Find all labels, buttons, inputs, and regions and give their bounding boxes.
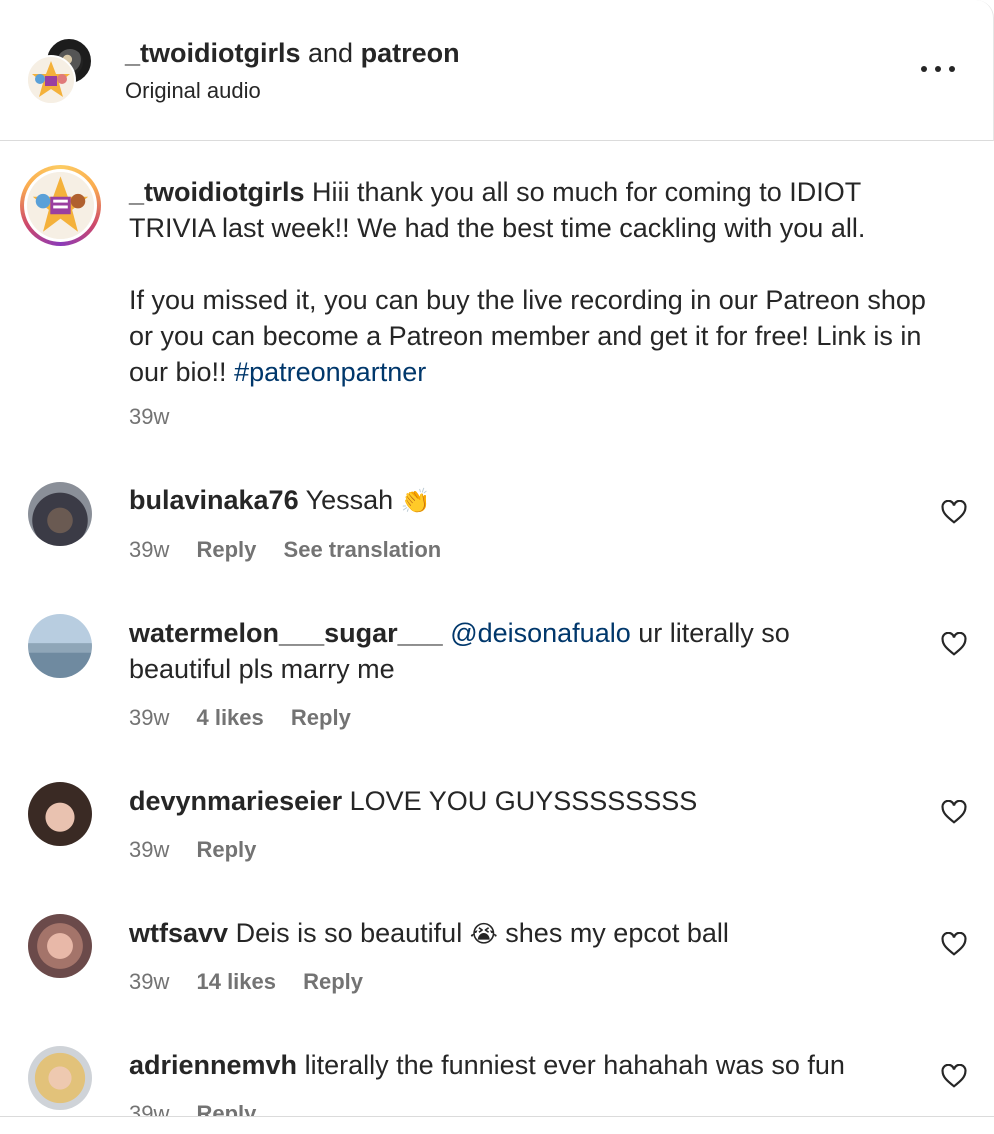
like-heart-icon[interactable] (941, 500, 967, 524)
comment-username[interactable]: bulavinaka76 (129, 485, 299, 515)
comment-meta: 39w Reply (129, 836, 277, 864)
logo-star-icon (27, 172, 94, 239)
comment-username[interactable]: watermelon___sugar___ (129, 618, 443, 648)
comment-avatar[interactable] (28, 914, 92, 978)
comment-username[interactable]: devynmarieseier (129, 786, 342, 816)
comment-username[interactable]: wtfsavv (129, 918, 228, 948)
footer-area (0, 1117, 994, 1134)
comment-body: Yessah (305, 485, 394, 515)
likes-count[interactable]: 4 likes (196, 705, 263, 730)
crying-face-emoji: 😭 (469, 920, 498, 948)
comment-body: LOVE YOU GUYSSSSSSSS (349, 786, 698, 816)
caption-timestamp[interactable]: 39w (129, 404, 169, 430)
comment-text: wtfsavv Deis is so beautiful 😭 shes my e… (129, 915, 899, 952)
reply-button[interactable]: Reply (196, 537, 256, 562)
hashtag-link[interactable]: #patreonpartner (234, 357, 426, 387)
like-heart-icon[interactable] (941, 932, 967, 956)
comment-text: watermelon___sugar___ @deisonafualo ur l… (129, 615, 899, 687)
comment-avatar[interactable] (28, 1046, 92, 1110)
reply-button[interactable]: Reply (196, 837, 256, 862)
comment-avatar[interactable] (28, 782, 92, 846)
comment-body: literally the funniest ever hahahah was … (304, 1050, 845, 1080)
comment-text: bulavinaka76 Yessah 👏 (129, 482, 899, 519)
comment-meta: 39w 14 likes Reply (129, 968, 384, 996)
comment-username[interactable]: adriennemvh (129, 1050, 297, 1080)
caption-username[interactable]: _twoidiotgirls (129, 177, 305, 207)
like-heart-icon[interactable] (941, 800, 967, 824)
header-connector: and (308, 38, 354, 68)
post-header: _twoidiotgirls and patreon Original audi… (0, 0, 994, 141)
like-heart-icon[interactable] (941, 632, 967, 656)
more-options-icon[interactable] (918, 56, 958, 82)
header-title: _twoidiotgirls and patreon (125, 38, 460, 68)
comment-text: devynmarieseier LOVE YOU GUYSSSSSSSS (129, 783, 899, 819)
comment-body-start: Deis is so beautiful (235, 918, 463, 948)
comment-timestamp[interactable]: 39w (129, 537, 169, 562)
clapping-hands-emoji: 👏 (400, 487, 431, 515)
comment-meta: 39w 4 likes Reply (129, 704, 372, 732)
comment-body-end: shes my epcot ball (505, 918, 729, 948)
logo-star-icon (28, 57, 74, 103)
see-translation-button[interactable]: See translation (284, 537, 442, 562)
comment-avatar[interactable] (28, 614, 92, 678)
comment-meta: 39w Reply See translation (129, 536, 462, 564)
collaborator-username[interactable]: patreon (361, 38, 460, 68)
twoidiotgirls-avatar[interactable] (26, 55, 76, 105)
reply-button[interactable]: Reply (303, 969, 363, 994)
audio-label[interactable]: Original audio (125, 77, 261, 105)
comment-avatar[interactable] (28, 482, 92, 546)
caption-text: _twoidiotgirls Hiii thank you all so muc… (129, 174, 949, 390)
comment-timestamp[interactable]: 39w (129, 969, 169, 994)
reply-button[interactable]: Reply (291, 705, 351, 730)
collab-avatars[interactable] (26, 37, 94, 105)
owner-username[interactable]: _twoidiotgirls (125, 38, 301, 68)
like-heart-icon[interactable] (941, 1064, 967, 1088)
mention-link[interactable]: @deisonafualo (450, 618, 631, 648)
likes-count[interactable]: 14 likes (196, 969, 276, 994)
comment-text: adriennemvh literally the funniest ever … (129, 1047, 899, 1083)
caption-avatar[interactable] (20, 165, 101, 246)
comment-timestamp[interactable]: 39w (129, 705, 169, 730)
comment-timestamp[interactable]: 39w (129, 837, 169, 862)
